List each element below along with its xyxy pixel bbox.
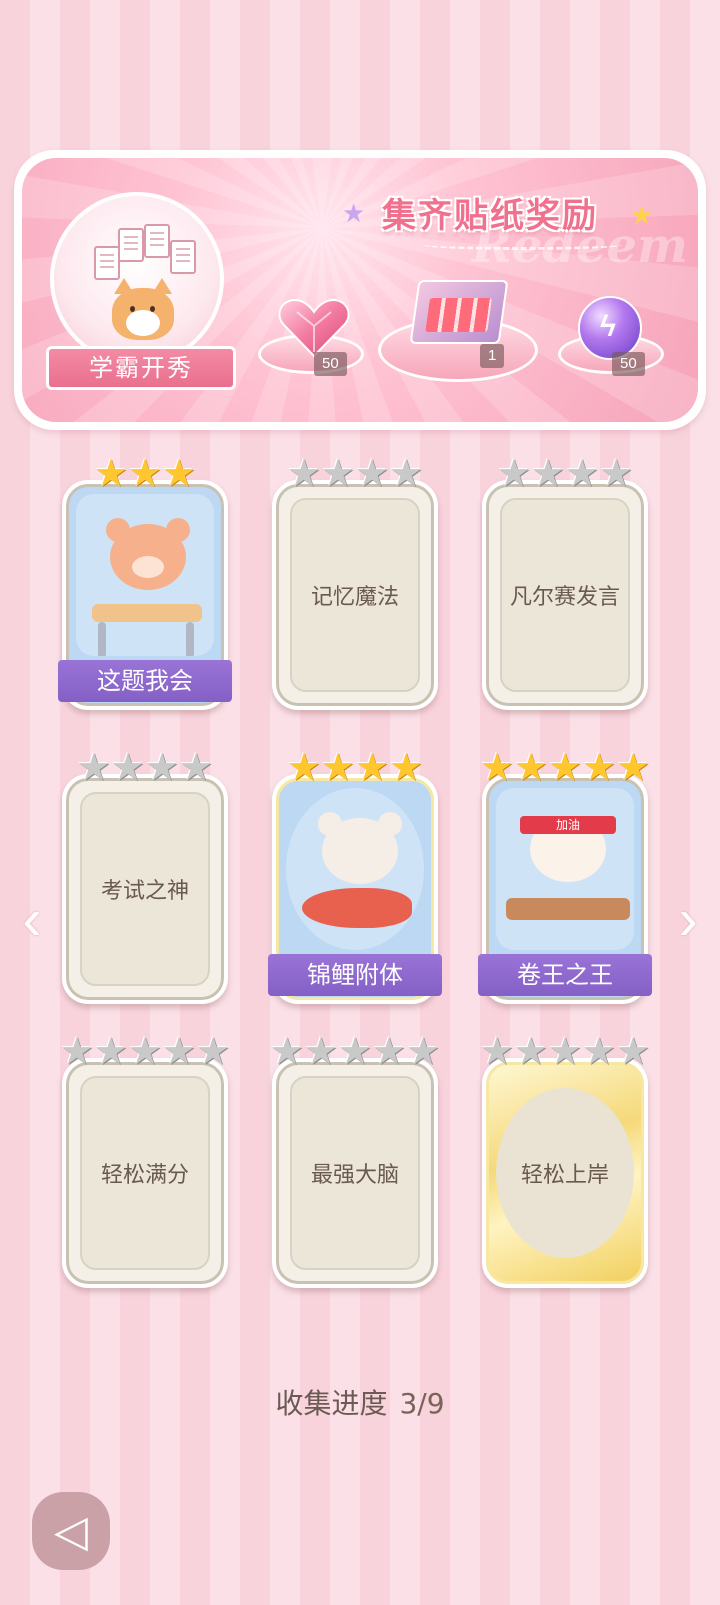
star-rating: ★ ★ ★ ★ — [66, 748, 224, 788]
grey-star-icon: ★ — [616, 1031, 651, 1073]
grey-star-icon: ★ — [372, 1031, 407, 1073]
prev-page-arrow-icon[interactable]: ‹ — [12, 890, 52, 950]
reward-count: 1 — [480, 344, 505, 368]
reward-banner-background: Redeem ★ 集齐贴纸奖励 ★ 学霸开秀 50 1 ϟ 50 — [22, 158, 698, 422]
sticker-card[interactable]: ★ ★ ★ ★ 锦鲤附体 — [268, 748, 442, 1004]
gold-star-icon: ★ — [513, 747, 548, 789]
sticker-name-label: 这题我会 — [58, 660, 232, 702]
sticker-name-label: 卷王之王 — [478, 954, 652, 996]
sticker-card[interactable]: ★ ★ ★ ★ ★ 最强大脑 — [270, 1032, 440, 1288]
bear-at-desk-illustration — [76, 494, 214, 656]
dashed-arc-decoration — [422, 240, 622, 250]
reward-count: 50 — [612, 352, 645, 376]
grey-star-icon: ★ — [179, 747, 214, 789]
grey-star-icon: ★ — [547, 1031, 583, 1073]
progress-label: 收集进度 — [275, 1387, 388, 1420]
grey-star-icon: ★ — [162, 1031, 197, 1073]
grey-star-icon: ★ — [389, 453, 424, 495]
sticker-name: 记忆魔法 — [310, 585, 399, 610]
grey-star-icon: ★ — [196, 1031, 231, 1073]
gold-star-icon: ★ — [547, 747, 583, 789]
pink-heart-gem-icon[interactable] — [277, 296, 351, 360]
sticker-name-label: 锦鲤附体 — [268, 954, 442, 996]
grey-star-icon: ★ — [337, 1031, 373, 1073]
sticker-card[interactable]: ★ ★ ★ ★ 凡尔赛发言 — [482, 454, 648, 710]
star-rating: ★ ★ ★ ★ ★ — [480, 747, 650, 789]
badge-medallion[interactable] — [50, 192, 224, 366]
grey-star-icon: ★ — [93, 1031, 128, 1073]
back-button[interactable]: ◁ — [32, 1492, 110, 1570]
grey-star-icon: ★ — [76, 747, 111, 789]
collection-progress: 收集进度 3/9 — [0, 1382, 720, 1422]
purple-star-icon: ★ — [342, 198, 366, 228]
grey-star-icon: ★ — [59, 1031, 94, 1073]
gold-star-icon: ★ — [582, 747, 617, 789]
grey-star-icon: ★ — [582, 1031, 617, 1073]
star-rating: ★ ★ ★ ★ ★ — [270, 1031, 440, 1073]
grey-star-icon: ★ — [513, 1031, 548, 1073]
sticker-name: 轻松上岸 — [520, 1163, 609, 1188]
bear-with-koi-illustration — [286, 788, 424, 950]
grey-star-icon: ★ — [110, 747, 145, 789]
sticker-name: 凡尔赛发言 — [509, 585, 620, 610]
gold-star-icon: ★ — [93, 453, 128, 495]
gold-star-icon: ★ — [320, 747, 355, 789]
next-page-arrow-icon[interactable]: › — [668, 890, 708, 950]
back-arrow-icon: ◁ — [54, 1506, 88, 1556]
gold-star-icon: ★ — [355, 747, 390, 789]
yellow-star-icon: ★ — [630, 200, 654, 230]
grey-star-icon: ★ — [479, 1031, 514, 1073]
sticker-card[interactable]: ★ ★ ★ ★ ★ 轻松上岸 — [480, 1032, 650, 1288]
sticker-card[interactable]: ★ ★ ★ ★ 考试之神 — [62, 748, 228, 1004]
star-rating: ★ ★ ★ ★ — [486, 454, 644, 494]
sticker-card[interactable]: ★ ★ ★ ★ ★ 加油 卷王之王 — [478, 748, 652, 1004]
grey-star-icon: ★ — [355, 453, 390, 495]
exam-papers-icon — [94, 224, 196, 294]
grey-star-icon: ★ — [286, 453, 321, 495]
grey-star-icon: ★ — [496, 453, 531, 495]
gift-box-icon[interactable] — [409, 280, 509, 344]
grey-star-icon: ★ — [303, 1031, 338, 1073]
gold-star-icon: ★ — [162, 453, 197, 495]
grey-star-icon: ★ — [406, 1031, 441, 1073]
grey-star-icon: ★ — [127, 1031, 163, 1073]
sticker-name: 轻松满分 — [100, 1163, 189, 1188]
grey-star-icon: ★ — [530, 453, 565, 495]
star-rating: ★ ★ ★ ★ — [276, 748, 434, 788]
cat-icon — [112, 278, 174, 340]
star-rating: ★ ★ ★ — [66, 454, 224, 494]
sticker-name: 最强大脑 — [310, 1163, 399, 1188]
star-rating: ★ ★ ★ ★ — [276, 454, 434, 494]
grey-star-icon: ★ — [269, 1031, 304, 1073]
star-rating: ★ ★ ★ ★ ★ — [480, 1031, 650, 1073]
reward-banner: Redeem ★ 集齐贴纸奖励 ★ 学霸开秀 50 1 ϟ 50 — [14, 150, 706, 430]
grey-star-icon: ★ — [565, 453, 600, 495]
gold-star-icon: ★ — [616, 747, 651, 789]
purple-lightning-orb-icon[interactable]: ϟ — [578, 296, 642, 360]
grey-star-icon: ★ — [145, 747, 180, 789]
badge-label: 学霸开秀 — [46, 346, 236, 390]
sticker-card[interactable]: ★ ★ ★ ★ 记忆魔法 — [272, 454, 438, 710]
reward-count: 50 — [314, 352, 347, 376]
cat-studying-illustration: 加油 — [496, 788, 634, 950]
sticker-card[interactable]: ★ ★ ★ ★ ★ 轻松满分 — [60, 1032, 230, 1288]
progress-value: 3/9 — [399, 1387, 445, 1420]
gold-star-icon: ★ — [286, 747, 321, 789]
gold-star-icon: ★ — [479, 747, 514, 789]
grey-star-icon: ★ — [320, 453, 355, 495]
sticker-name: 考试之神 — [100, 879, 189, 904]
gold-star-icon: ★ — [389, 747, 424, 789]
gold-star-icon: ★ — [127, 453, 163, 495]
sticker-card[interactable]: ★ ★ ★ 这题我会 — [58, 454, 232, 710]
headband-text: 加油 — [520, 816, 616, 834]
star-rating: ★ ★ ★ ★ ★ — [60, 1031, 230, 1073]
grey-star-icon: ★ — [599, 453, 634, 495]
banner-title: 集齐贴纸奖励 — [382, 197, 598, 235]
